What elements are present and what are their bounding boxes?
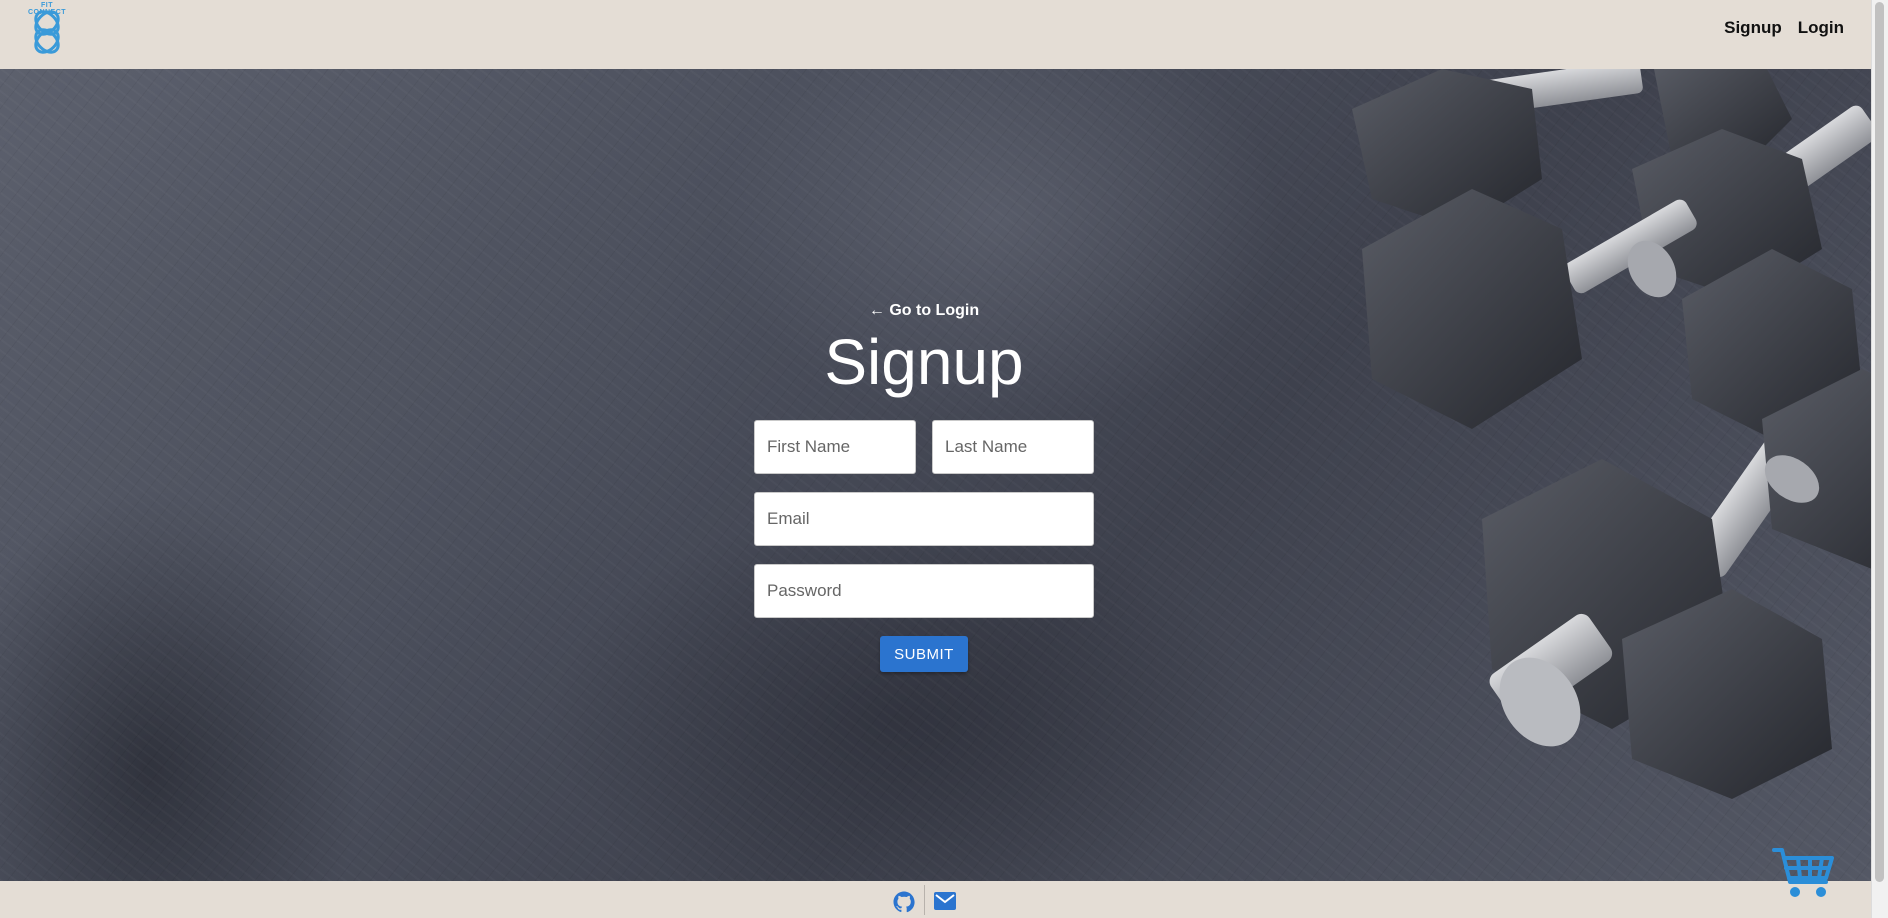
header: FIT CONNECT Signup Login [0, 0, 1872, 69]
footer-divider [924, 885, 925, 915]
nav-login-link[interactable]: Login [1798, 18, 1844, 38]
last-name-input[interactable] [932, 420, 1094, 474]
go-to-login-link[interactable]: ← Go to Login [0, 302, 1848, 320]
email-input[interactable] [754, 492, 1094, 546]
logo[interactable]: FIT CONNECT [24, 2, 70, 54]
mail-icon[interactable] [933, 891, 957, 911]
nav-signup-link[interactable]: Signup [1724, 18, 1782, 38]
github-icon[interactable] [892, 890, 916, 914]
footer [0, 881, 1872, 918]
shopping-cart-icon[interactable] [1772, 846, 1836, 900]
scrollbar-thumb[interactable] [1875, 2, 1884, 882]
knot-logo-icon [34, 10, 60, 54]
signup-title: Signup [824, 326, 1024, 398]
first-name-input[interactable] [754, 420, 916, 474]
top-nav: Signup Login [1724, 18, 1844, 38]
submit-button[interactable]: SUBMIT [880, 636, 968, 672]
vertical-scrollbar[interactable] [1871, 0, 1888, 918]
dumbbells-image [1352, 69, 1872, 799]
hero-background: ← Go to Login Signup SUBMIT [0, 69, 1872, 881]
password-input[interactable] [754, 564, 1094, 618]
